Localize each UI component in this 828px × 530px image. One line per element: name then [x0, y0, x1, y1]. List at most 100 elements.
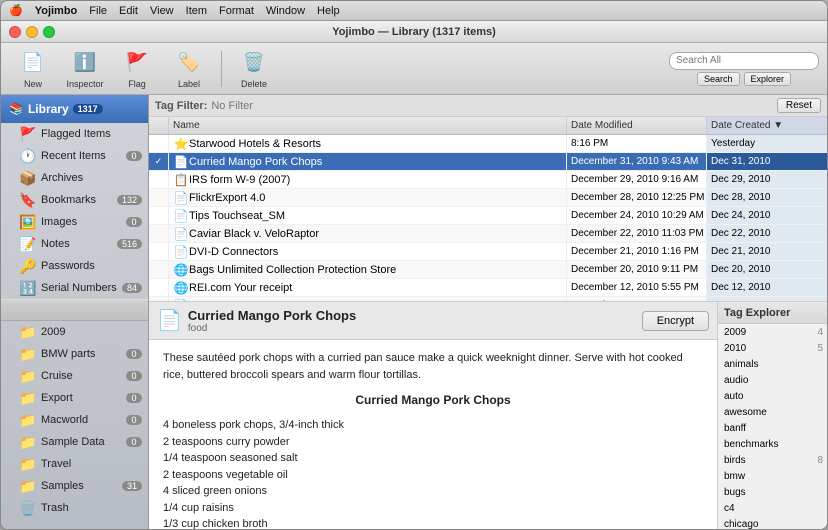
- sidebar-item-samples[interactable]: 📁 Samples 31: [1, 475, 148, 497]
- col-created[interactable]: Date Created ▼: [707, 117, 827, 134]
- menu-apple[interactable]: 🍎: [9, 4, 23, 17]
- tag-label: awesome: [724, 407, 823, 418]
- folder-samples-icon: 📁: [19, 478, 37, 495]
- sidebar-item-recent[interactable]: 🕐 Recent Items 0: [1, 145, 148, 167]
- inspector-button[interactable]: ℹ️ Inspector: [61, 47, 109, 91]
- tag-label: bugs: [724, 487, 823, 498]
- menu-item[interactable]: Item: [186, 5, 207, 17]
- label-button[interactable]: 🏷️ Label: [165, 47, 213, 91]
- tag-item[interactable]: birds 8: [718, 452, 827, 468]
- folder-2009-label: 2009: [41, 326, 142, 338]
- list-item: 4 boneless pork chops, 3/4-inch thick: [163, 417, 703, 434]
- sidebar-item-archives[interactable]: 📦 Archives: [1, 167, 148, 189]
- search-button[interactable]: Search: [697, 72, 740, 86]
- sidebar-item-serial[interactable]: 🔢 Serial Numbers 84: [1, 277, 148, 299]
- inspector-label: Inspector: [66, 79, 103, 89]
- tag-item[interactable]: c4: [718, 500, 827, 516]
- row-created: Dec 22, 2010: [707, 225, 827, 242]
- col-name[interactable]: Name: [169, 117, 567, 134]
- trash-icon: 🗑️: [19, 500, 37, 517]
- row-name: 📄 Tips Touchseat_SM: [169, 207, 567, 224]
- sidebar-item-bmw[interactable]: 📁 BMW parts 0: [1, 343, 148, 365]
- row-modified: December 21, 2010 1:16 PM: [567, 243, 707, 260]
- recipe-intro: These sautéed pork chops with a curried …: [163, 350, 703, 383]
- sidebar-item-images[interactable]: 🖼️ Images 0: [1, 211, 148, 233]
- serial-badge: 84: [122, 283, 142, 293]
- folder-travel-icon: 📁: [19, 456, 37, 473]
- sidebar-item-travel[interactable]: 📁 Travel: [1, 453, 148, 475]
- col-modified[interactable]: Date Modified: [567, 117, 707, 134]
- sidebar-item-cruise[interactable]: 📁 Cruise 0: [1, 365, 148, 387]
- sidebar-item-sample[interactable]: 📁 Sample Data 0: [1, 431, 148, 453]
- tag-item[interactable]: chicago: [718, 516, 827, 529]
- tag-explorer-list: 2009 4 2010 5 animals audio auto awesome…: [718, 324, 827, 529]
- tag-item[interactable]: auto: [718, 388, 827, 404]
- sidebar-item-notes[interactable]: 📝 Notes 516: [1, 233, 148, 255]
- tag-item[interactable]: 2010 5: [718, 340, 827, 356]
- table-row[interactable]: 🌐 REI.com Your receipt December 12, 2010…: [149, 279, 827, 297]
- sidebar-item-trash[interactable]: 🗑️ Trash: [1, 497, 148, 519]
- sidebar-item-macworld[interactable]: 📁 Macworld 0: [1, 409, 148, 431]
- sidebar-item-bookmarks[interactable]: 🔖 Bookmarks 132: [1, 189, 148, 211]
- content-area: Tag Filter: No Filter Reset Name Date Mo…: [149, 95, 827, 529]
- table-row[interactable]: 📄 Tips Touchseat_SM December 24, 2010 10…: [149, 207, 827, 225]
- tag-label: c4: [724, 503, 823, 514]
- row-name-text: DVI-D Connectors: [189, 246, 278, 258]
- table-row[interactable]: 📄 FlickrExport 4.0 December 28, 2010 12:…: [149, 189, 827, 207]
- menu-yojimbo[interactable]: Yojimbo: [35, 5, 78, 17]
- table-row[interactable]: ✓ 📄 Curried Mango Pork Chops December 31…: [149, 153, 827, 171]
- table-row[interactable]: 📄 Caviar Black v. VeloRaptor December 22…: [149, 225, 827, 243]
- new-button[interactable]: 📄 New: [9, 47, 57, 91]
- tag-item[interactable]: 2009 4: [718, 324, 827, 340]
- minimize-button[interactable]: [26, 26, 38, 38]
- close-button[interactable]: [9, 26, 21, 38]
- encrypt-button[interactable]: Encrypt: [642, 311, 709, 331]
- tag-item[interactable]: animals: [718, 356, 827, 372]
- row-modified: December 24, 2010 10:29 AM: [567, 207, 707, 224]
- flag-button[interactable]: 🚩 Flag: [113, 47, 161, 91]
- tag-item[interactable]: bmw: [718, 468, 827, 484]
- new-icon: 📄: [19, 49, 47, 77]
- tag-item[interactable]: audio: [718, 372, 827, 388]
- table-row[interactable]: 📋 IRS form W-9 (2007) December 29, 2010 …: [149, 171, 827, 189]
- library-header[interactable]: 📚 Library 1317: [1, 95, 148, 123]
- delete-button[interactable]: 🗑️ Delete: [230, 47, 278, 91]
- table-row[interactable]: ⭐ Starwood Hotels & Resorts 8:16 PM Yest…: [149, 135, 827, 153]
- tag-item[interactable]: bugs: [718, 484, 827, 500]
- row-created: Dec 20, 2010: [707, 261, 827, 278]
- menu-format[interactable]: Format: [219, 5, 254, 17]
- list-item: 1/3 cup chicken broth: [163, 516, 703, 529]
- menu-edit[interactable]: Edit: [119, 5, 138, 17]
- menu-view[interactable]: View: [150, 5, 174, 17]
- tag-label: auto: [724, 391, 823, 402]
- tag-item[interactable]: awesome: [718, 404, 827, 420]
- menu-window[interactable]: Window: [266, 5, 305, 17]
- detail-title-group: Curried Mango Pork Chops food: [188, 308, 356, 334]
- menu-file[interactable]: File: [89, 5, 107, 17]
- row-icon: 📋: [173, 172, 189, 188]
- menu-help[interactable]: Help: [317, 5, 340, 17]
- tag-item[interactable]: banff: [718, 420, 827, 436]
- toolbar-separator: [221, 51, 222, 87]
- row-check: [149, 225, 169, 242]
- row-name-text: IRS form W-9 (2007): [189, 174, 290, 186]
- row-created: Dec 24, 2010: [707, 207, 827, 224]
- tag-item[interactable]: benchmarks: [718, 436, 827, 452]
- sidebar-item-2009[interactable]: 📁 2009: [1, 321, 148, 343]
- sidebar-item-export[interactable]: 📁 Export 0: [1, 387, 148, 409]
- folder-travel-label: Travel: [41, 458, 142, 470]
- maximize-button[interactable]: [43, 26, 55, 38]
- menu-bar: 🍎 Yojimbo File Edit View Item Format Win…: [1, 1, 827, 21]
- inspector-icon: ℹ️: [71, 49, 99, 77]
- explorer-button[interactable]: Explorer: [744, 72, 792, 86]
- table-row[interactable]: 🌐 Bags Unlimited Collection Protection S…: [149, 261, 827, 279]
- tag-label: 2009: [724, 327, 817, 338]
- sidebar-item-passwords[interactable]: 🔑 Passwords: [1, 255, 148, 277]
- row-icon: 📄: [173, 154, 189, 170]
- search-input[interactable]: [669, 52, 819, 70]
- images-label: Images: [41, 216, 122, 228]
- delete-icon: 🗑️: [240, 49, 268, 77]
- table-row[interactable]: 📄 DVI-D Connectors December 21, 2010 1:1…: [149, 243, 827, 261]
- sidebar-item-flagged[interactable]: 🚩 Flagged Items: [1, 123, 148, 145]
- tag-filter-reset-button[interactable]: Reset: [777, 98, 821, 113]
